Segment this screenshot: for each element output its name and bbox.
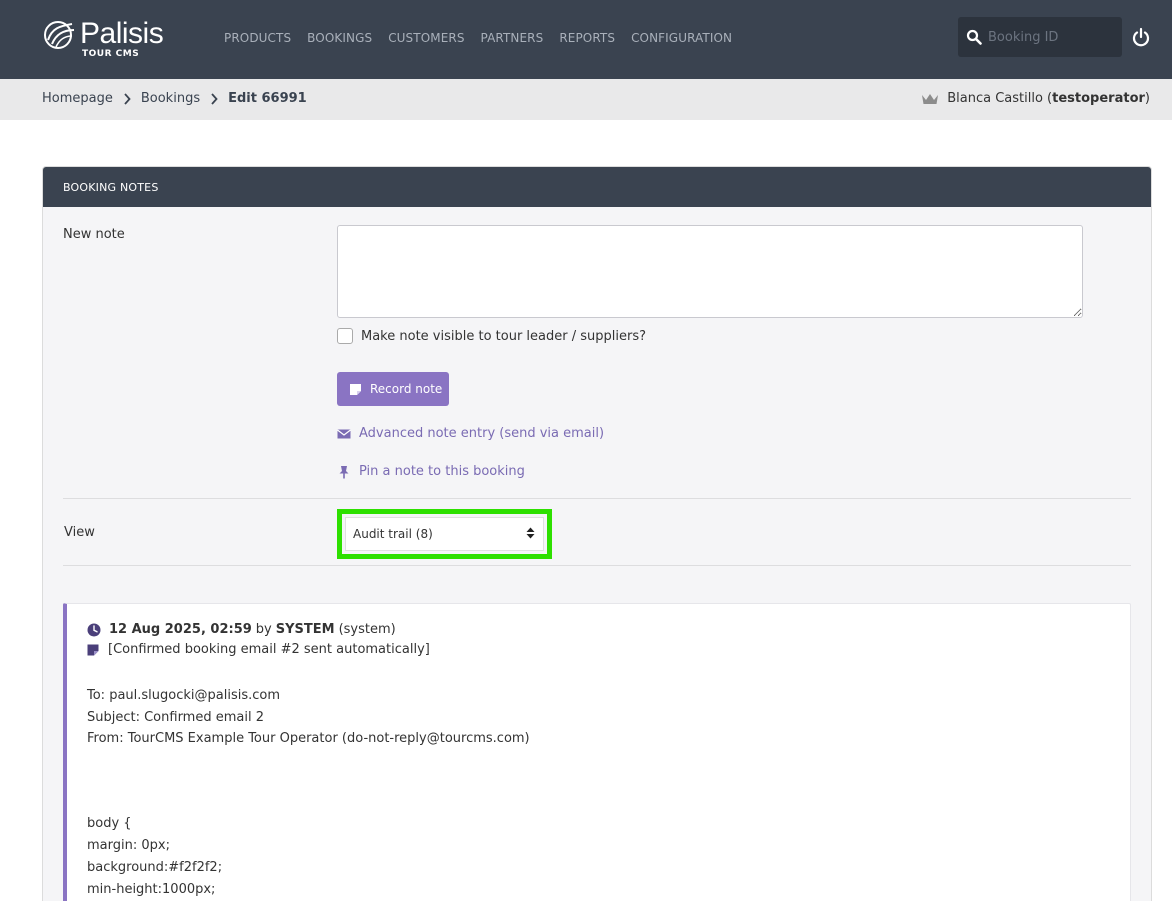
- divider: [63, 498, 1131, 499]
- booking-search: [958, 17, 1122, 57]
- divider: [63, 565, 1131, 566]
- email-body-line: background:#f2f2f2;: [87, 860, 223, 875]
- user-name: Blanca Castillo: [947, 91, 1043, 106]
- pin-note-link[interactable]: Pin a note to this booking: [337, 464, 525, 479]
- advanced-note-label: Advanced note entry (send via email): [359, 426, 605, 441]
- audit-entry-meta: 12 Aug 2025, 02:59 by SYSTEM (system): [87, 622, 396, 637]
- email-subject: Subject: Confirmed email 2: [87, 709, 264, 725]
- audit-role: (system): [338, 622, 396, 637]
- email-body-line: body {: [87, 816, 132, 831]
- email-body-line: margin: 0px;: [87, 838, 170, 853]
- view-select-highlight: Audit trail (8): [337, 509, 552, 559]
- advanced-note-link[interactable]: Advanced note entry (send via email): [337, 426, 604, 441]
- audit-email-headers: To: paul.slugocki@palisis.com Subject: C…: [87, 685, 530, 750]
- visibility-checkbox[interactable]: [337, 328, 353, 344]
- nav-customers[interactable]: CUSTOMERS: [388, 31, 464, 45]
- record-note-label: Record note: [370, 382, 443, 396]
- booking-notes-panel: BOOKING NOTES New note Make note visible…: [42, 166, 1152, 901]
- palisis-logo[interactable]: Palisis TOUR CMS: [42, 16, 172, 62]
- audit-user: SYSTEM: [275, 622, 335, 637]
- nav-products[interactable]: PRODUCTS: [224, 31, 291, 45]
- sticky-note-icon: [350, 383, 361, 395]
- nav-bookings[interactable]: BOOKINGS: [307, 31, 372, 45]
- view-select[interactable]: Audit trail (8): [345, 517, 544, 551]
- new-note-label: New note: [63, 227, 125, 242]
- panel-title: BOOKING NOTES: [43, 167, 1151, 207]
- booking-id-input[interactable]: [988, 25, 1114, 49]
- nav-reports[interactable]: REPORTS: [559, 31, 615, 45]
- pin-note-label: Pin a note to this booking: [359, 464, 525, 479]
- user-paren-close: ): [1144, 91, 1150, 106]
- pin-icon: [339, 465, 349, 478]
- chevron-right-icon: [124, 92, 131, 105]
- breadcrumb-homepage[interactable]: Homepage: [42, 91, 113, 106]
- audit-entry: 12 Aug 2025, 02:59 by SYSTEM (system) [C…: [63, 603, 1131, 901]
- audit-subject: [Confirmed booking email #2 sent automat…: [87, 642, 430, 657]
- email-to: To: paul.slugocki@palisis.com: [87, 688, 281, 703]
- view-select-value: Audit trail (8): [353, 527, 433, 541]
- envelope-icon: [337, 429, 351, 438]
- email-from: From: TourCMS Example Tour Operator (do-…: [87, 731, 530, 746]
- breadcrumb-bookings[interactable]: Bookings: [141, 91, 200, 106]
- nav-partners[interactable]: PARTNERS: [481, 31, 544, 45]
- search-icon[interactable]: [966, 29, 982, 45]
- user-paren-open: (: [1042, 91, 1053, 106]
- breadcrumb: Homepage Bookings Edit 66991: [42, 91, 307, 106]
- user-username: testoperator: [1052, 91, 1145, 106]
- chevron-right-icon: [211, 92, 218, 105]
- brand-subtitle: TOUR CMS: [82, 49, 140, 59]
- crown-icon: [922, 93, 939, 104]
- audit-by: by: [255, 622, 272, 637]
- main-nav: PRODUCTS BOOKINGS CUSTOMERS PARTNERS REP…: [224, 31, 732, 45]
- new-note-textarea[interactable]: [337, 225, 1083, 318]
- visibility-option: Make note visible to tour leader / suppl…: [337, 328, 646, 344]
- globe-logo-icon: [44, 21, 75, 49]
- audit-email-body: body { margin: 0px; background:#f2f2f2; …: [87, 813, 222, 901]
- breadcrumb-bar: Homepage Bookings Edit 66991 Blanca Cast…: [0, 79, 1172, 120]
- visibility-checkbox-label[interactable]: Make note visible to tour leader / suppl…: [361, 329, 646, 344]
- brand-name: Palisis: [80, 17, 164, 50]
- power-icon[interactable]: [1131, 27, 1151, 47]
- user-info[interactable]: Blanca Castillo ( testoperator ): [921, 91, 1150, 106]
- record-note-button[interactable]: Record note: [337, 372, 449, 406]
- nav-configuration[interactable]: CONFIGURATION: [631, 31, 732, 45]
- view-label: View: [64, 525, 95, 540]
- breadcrumb-current: Edit 66991: [228, 91, 307, 106]
- audit-date: 12 Aug 2025, 02:59: [109, 622, 252, 637]
- sticky-note-icon: [87, 644, 99, 655]
- clock-icon: [87, 623, 101, 636]
- audit-subject-text: [Confirmed booking email #2 sent automat…: [108, 642, 430, 657]
- top-navigation: Palisis TOUR CMS PRODUCTS BOOKINGS CUSTO…: [0, 0, 1172, 79]
- email-body-line: min-height:1000px;: [87, 882, 216, 897]
- sort-arrows-icon: [526, 527, 535, 539]
